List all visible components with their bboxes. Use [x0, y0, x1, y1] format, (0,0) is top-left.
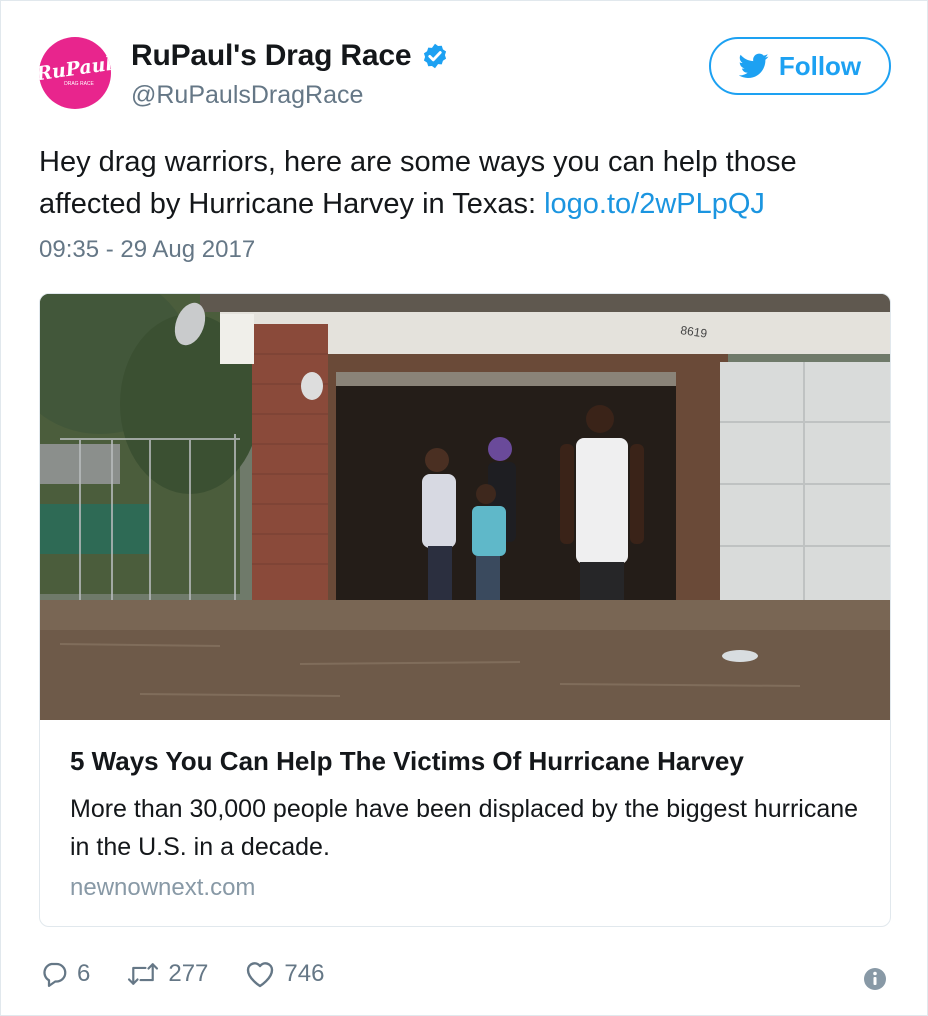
display-name[interactable]: RuPaul's Drag Race — [131, 39, 412, 73]
retweet-count: 277 — [168, 960, 209, 987]
twitter-bird-icon — [738, 53, 769, 78]
card-domain[interactable]: newnownext.com — [70, 874, 255, 902]
link-preview-card[interactable]: 8619 5 Ways You Can Help The Victims Of … — [39, 293, 891, 927]
card-description: More than 30,000 people have been displa… — [70, 795, 859, 861]
follow-button[interactable]: Follow — [709, 37, 891, 95]
rupaul-logo: RuPaul DRAG RACE — [39, 53, 111, 87]
like-action[interactable]: 746 — [244, 959, 324, 989]
tweet-timestamp[interactable]: 09:35 - 29 Aug 2017 — [39, 236, 255, 264]
tweet-link[interactable]: logo.to/2wPLpQJ — [544, 188, 765, 220]
card-title[interactable]: 5 Ways You Can Help The Victims Of Hurri… — [70, 746, 744, 777]
account-handle[interactable]: @RuPaulsDragRace — [131, 81, 363, 110]
account-name-row: RuPaul's Drag Race — [131, 39, 449, 73]
retweet-icon — [128, 963, 159, 985]
card-image[interactable]: 8619 — [40, 294, 891, 720]
avatar[interactable]: RuPaul DRAG RACE — [39, 37, 111, 109]
follow-button-label: Follow — [778, 50, 862, 81]
verified-badge-icon — [424, 43, 447, 69]
tweet-card: RuPaul DRAG RACE RuPaul's Drag Race @RuP… — [0, 0, 928, 1016]
reply-action[interactable]: 6 — [39, 959, 90, 989]
reply-icon — [43, 962, 67, 987]
reply-count: 6 — [77, 960, 91, 987]
svg-text:DRAG RACE: DRAG RACE — [64, 81, 94, 87]
like-count: 746 — [284, 960, 325, 987]
tweet-actions: 6 277 746 — [39, 959, 360, 989]
like-icon — [247, 962, 274, 988]
tweet-text: Hey drag warriors, here are some ways yo… — [39, 141, 899, 225]
info-icon[interactable] — [863, 967, 887, 991]
retweet-action[interactable]: 277 — [126, 959, 208, 989]
